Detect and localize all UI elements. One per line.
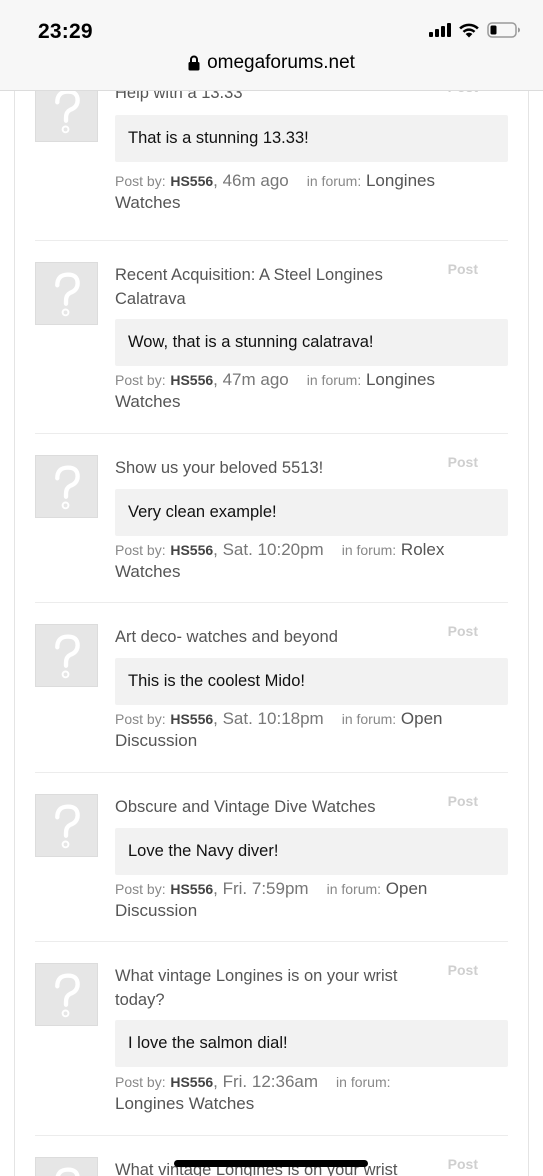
feed-item: Art deco- watches and beyond Post This i… — [35, 603, 508, 773]
post-snippet[interactable]: That is a stunning 13.33! — [115, 115, 508, 162]
feed-list: Help with a 13.33 Post That is a stunnin… — [15, 91, 528, 1176]
content-type-label: Post — [447, 623, 478, 639]
activity-feed: Help with a 13.33 Post That is a stunnin… — [14, 91, 529, 1176]
post-meta: Post by: HS556, Sat. 10:20pm in forum: Ro… — [115, 540, 445, 581]
home-indicator[interactable] — [174, 1160, 368, 1167]
post-time: 46m ago — [222, 171, 289, 190]
wifi-icon — [459, 23, 479, 38]
avatar[interactable] — [35, 262, 98, 325]
post-meta: Post by: HS556, Fri. 7:59pm in forum: Ope… — [115, 879, 428, 920]
thread-title-link[interactable]: Obscure and Vintage Dive Watches — [115, 795, 415, 819]
username-link[interactable]: HS556 — [170, 711, 213, 727]
feed-item: Help with a 13.33 Post That is a stunnin… — [35, 91, 508, 241]
default-avatar-icon — [55, 634, 80, 679]
url-text: omegaforums.net — [207, 52, 355, 73]
avatar[interactable] — [35, 963, 98, 1026]
content-type-label: Post — [447, 1156, 478, 1172]
default-avatar-icon — [55, 973, 80, 1018]
default-avatar-icon — [55, 91, 80, 134]
post-time: Fri. 12:36am — [222, 1072, 319, 1091]
cellular-signal-icon — [429, 23, 451, 37]
content-type-label: Post — [447, 793, 478, 809]
default-avatar-icon — [55, 465, 80, 510]
thread-title-link[interactable]: What vintage Longines is on your wrist t… — [115, 964, 415, 1012]
feed-item: Obscure and Vintage Dive Watches Post Lo… — [35, 773, 508, 942]
content-type-label: Post — [447, 454, 478, 470]
default-avatar-icon — [55, 1167, 80, 1176]
post-meta: Post by: HS556, Fri. 12:36am in forum: Lo… — [115, 1072, 391, 1113]
browser-top-bar: 23:29 omegaforums.net — [0, 0, 543, 91]
post-meta: Post by: HS556, 46m ago in forum: Longine… — [115, 171, 435, 212]
post-time: Sat. 10:20pm — [222, 540, 324, 559]
status-icons — [429, 22, 521, 38]
thread-title-link[interactable]: Show us your beloved 5513! — [115, 456, 415, 480]
post-snippet[interactable]: I love the salmon dial! — [115, 1020, 508, 1067]
username-link[interactable]: HS556 — [170, 542, 213, 558]
username-link[interactable]: HS556 — [170, 173, 213, 189]
default-avatar-icon — [55, 272, 80, 317]
content-type-label: Post — [447, 962, 478, 978]
thread-title-link[interactable]: Art deco- watches and beyond — [115, 625, 415, 649]
avatar[interactable] — [35, 794, 98, 857]
post-meta: Post by: HS556, Sat. 10:18pm in forum: Op… — [115, 709, 443, 750]
battery-icon — [487, 22, 520, 38]
post-snippet[interactable]: Love the Navy diver! — [115, 828, 508, 875]
feed-item: Recent Acquisition: A Steel Longines Cal… — [35, 241, 508, 434]
lock-icon — [188, 55, 200, 71]
avatar[interactable] — [35, 624, 98, 687]
feed-item: Show us your beloved 5513! Post Very cle… — [35, 434, 508, 603]
username-link[interactable]: HS556 — [170, 881, 213, 897]
username-link[interactable]: HS556 — [170, 372, 213, 388]
forum-link[interactable]: Longines Watches — [115, 1094, 254, 1113]
status-time: 23:29 — [38, 20, 93, 43]
avatar[interactable] — [35, 1157, 98, 1176]
content-type-label: Post — [448, 91, 478, 95]
post-time: Fri. 7:59pm — [222, 879, 309, 898]
post-meta: Post by: HS556, 47m ago in forum: Longine… — [115, 370, 435, 411]
thread-title-link[interactable]: Recent Acquisition: A Steel Longines Cal… — [115, 263, 415, 311]
username-link[interactable]: HS556 — [170, 1074, 213, 1090]
default-avatar-icon — [55, 804, 80, 849]
post-snippet[interactable]: Very clean example! — [115, 489, 508, 536]
address-bar[interactable]: omegaforums.net — [0, 52, 543, 74]
feed-item: What vintage Longines is on your wrist t… — [35, 942, 508, 1136]
post-time: Sat. 10:18pm — [222, 709, 324, 728]
post-snippet[interactable]: Wow, that is a stunning calatrava! — [115, 319, 508, 366]
post-time: 47m ago — [222, 370, 289, 389]
feed-item: What vintage Longines is on your wrist P… — [35, 1136, 508, 1176]
content-type-label: Post — [447, 261, 478, 277]
avatar[interactable] — [35, 455, 98, 518]
post-snippet[interactable]: This is the coolest Mido! — [115, 658, 508, 705]
avatar[interactable] — [35, 91, 98, 142]
thread-title-link[interactable]: Help with a 13.33 — [115, 91, 415, 105]
